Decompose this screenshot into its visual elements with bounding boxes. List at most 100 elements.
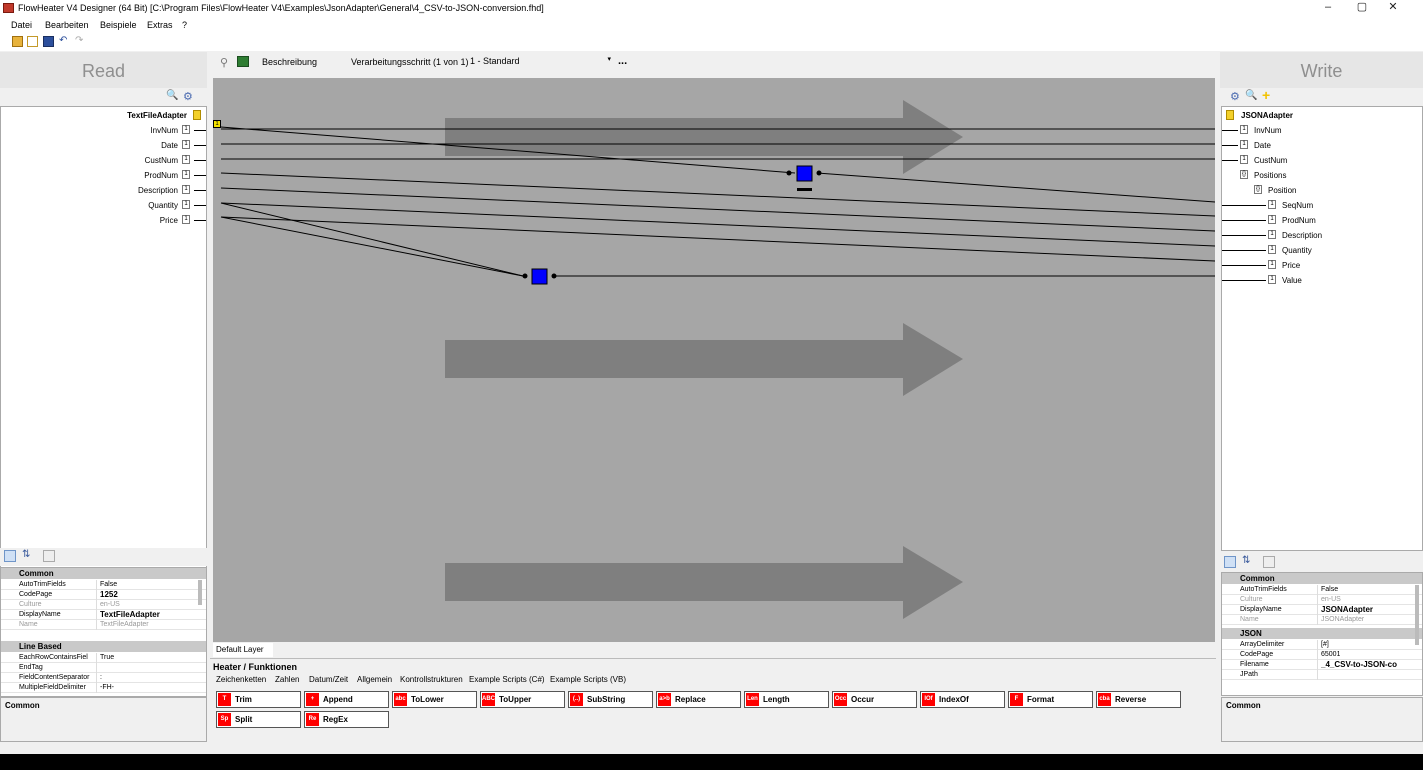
tab-datum-zeit[interactable]: Datum/Zeit bbox=[309, 675, 348, 684]
designer-canvas[interactable]: 1 bbox=[213, 78, 1215, 642]
close-button[interactable]: ✕ bbox=[1378, 0, 1408, 17]
property-value[interactable]: 1252 bbox=[100, 590, 118, 600]
write-field-seqnum[interactable]: SeqNum bbox=[1282, 201, 1313, 210]
new-file-icon[interactable] bbox=[27, 36, 38, 47]
read-adapter-name[interactable]: TextFileAdapter bbox=[127, 111, 187, 120]
tab-allgemein[interactable]: Allgemein bbox=[357, 675, 392, 684]
property-category-line-based[interactable]: Line Based bbox=[1, 641, 206, 652]
menu-help[interactable]: ? bbox=[182, 20, 187, 30]
read-field-prodnum[interactable]: ProdNum bbox=[144, 171, 178, 180]
property-scrollbar[interactable] bbox=[1415, 585, 1419, 645]
property-value[interactable]: [#] bbox=[1321, 640, 1329, 650]
function-trim-button[interactable]: T Trim bbox=[216, 691, 301, 708]
property-row[interactable]: Name TextFileAdapter bbox=[1, 620, 206, 630]
description-icon[interactable] bbox=[237, 56, 249, 67]
property-row[interactable]: ArrayDelimiter [#] bbox=[1222, 640, 1422, 650]
property-row[interactable]: EndTag bbox=[1, 663, 206, 673]
write-field-custnum[interactable]: CustNum bbox=[1254, 156, 1287, 165]
property-value[interactable]: en-US bbox=[1321, 595, 1341, 605]
tab-zahlen[interactable]: Zahlen bbox=[275, 675, 299, 684]
read-field-description[interactable]: Description bbox=[138, 186, 178, 195]
write-field-position[interactable]: Position bbox=[1268, 186, 1296, 195]
property-value[interactable]: TextFileAdapter bbox=[100, 620, 149, 630]
property-row[interactable]: Filename _4_CSV-to-JSON-co bbox=[1222, 660, 1422, 670]
write-field-positions[interactable]: Positions bbox=[1254, 171, 1286, 180]
more-button[interactable]: ... bbox=[618, 55, 627, 67]
save-icon[interactable] bbox=[43, 36, 54, 47]
property-row[interactable]: FieldContentSeparator: bbox=[1, 673, 206, 683]
function-regex-button[interactable]: Re RegEx bbox=[304, 711, 389, 728]
property-value[interactable]: : bbox=[100, 673, 102, 683]
property-row[interactable]: DisplayName JSONAdapter bbox=[1222, 605, 1422, 615]
step-pin-badge[interactable]: 1 bbox=[213, 120, 221, 128]
add-icon[interactable]: + bbox=[1262, 87, 1270, 103]
write-field-description[interactable]: Description bbox=[1282, 231, 1322, 240]
sort-alpha-icon[interactable]: ⇅ bbox=[1242, 555, 1250, 566]
maximize-button[interactable]: ▢ bbox=[1347, 0, 1377, 17]
property-row[interactable]: Culture en-US bbox=[1, 600, 206, 610]
write-field-prodnum[interactable]: ProdNum bbox=[1282, 216, 1316, 225]
property-value[interactable]: True bbox=[100, 653, 114, 663]
connect-icon[interactable]: ⚲ bbox=[220, 56, 228, 69]
function-replace-button[interactable]: a>b Replace bbox=[656, 691, 741, 708]
property-row[interactable]: AutoTrimFields False bbox=[1222, 585, 1422, 595]
read-field-price[interactable]: Price bbox=[160, 216, 178, 225]
property-row[interactable]: JPath bbox=[1222, 670, 1422, 680]
search-icon[interactable]: 🔍 bbox=[166, 90, 178, 101]
property-row[interactable]: CodePage 1252 bbox=[1, 590, 206, 600]
function-toupper-button[interactable]: ABC ToUpper bbox=[480, 691, 565, 708]
property-pages-icon[interactable] bbox=[43, 550, 55, 562]
write-field-quantity[interactable]: Quantity bbox=[1282, 246, 1312, 255]
property-category-common[interactable]: Common bbox=[1222, 573, 1422, 584]
property-row[interactable]: AutoTrimFields False bbox=[1, 580, 206, 590]
redo-icon[interactable]: ↷ bbox=[75, 36, 86, 47]
menu-extras[interactable]: Extras bbox=[147, 20, 173, 30]
menu-datei[interactable]: Datei bbox=[11, 20, 32, 30]
property-value[interactable]: JSONAdapter bbox=[1321, 605, 1373, 615]
property-value[interactable]: False bbox=[1321, 585, 1338, 595]
write-field-date[interactable]: Date bbox=[1254, 141, 1271, 150]
property-row[interactable]: DisplayName TextFileAdapter bbox=[1, 610, 206, 620]
tab-kontrollstrukturen[interactable]: Kontrollstrukturen bbox=[400, 675, 463, 684]
write-field-value[interactable]: Value bbox=[1282, 276, 1302, 285]
property-value[interactable]: 65001 bbox=[1321, 650, 1340, 660]
function-substring-button[interactable]: (..) SubString bbox=[568, 691, 653, 708]
property-row[interactable]: Culture en-US bbox=[1222, 595, 1422, 605]
function-occur-button[interactable]: Occ Occur bbox=[832, 691, 917, 708]
function-reverse-button[interactable]: cba Reverse bbox=[1096, 691, 1181, 708]
property-row[interactable]: EachRowContainsFiel True bbox=[1, 653, 206, 663]
write-field-invnum[interactable]: InvNum bbox=[1254, 126, 1282, 135]
property-value[interactable]: JSONAdapter bbox=[1321, 615, 1364, 625]
property-value[interactable]: -FH- bbox=[100, 683, 114, 693]
function-split-button[interactable]: Sp Split bbox=[216, 711, 301, 728]
property-row[interactable]: MultipleFieldDelimiter -FH- bbox=[1, 683, 206, 693]
tab-example-scripts-c-[interactable]: Example Scripts (C#) bbox=[469, 675, 545, 684]
open-folder-icon[interactable] bbox=[12, 36, 23, 47]
property-row[interactable]: Name JSONAdapter bbox=[1222, 615, 1422, 625]
layer-tab-default[interactable]: Default Layer bbox=[213, 643, 273, 657]
write-field-price[interactable]: Price bbox=[1282, 261, 1300, 270]
read-field-quantity[interactable]: Quantity bbox=[148, 201, 178, 210]
tab-example-scripts-vb-[interactable]: Example Scripts (VB) bbox=[550, 675, 626, 684]
settings-gear-icon[interactable]: ⚙ bbox=[1230, 90, 1240, 103]
categorized-icon[interactable] bbox=[1224, 556, 1236, 568]
property-scrollbar[interactable] bbox=[198, 580, 202, 605]
settings-gear-icon[interactable]: ⚙ bbox=[183, 90, 193, 103]
property-row[interactable]: CodePage 65001 bbox=[1222, 650, 1422, 660]
menu-bearbeiten[interactable]: Bearbeiten bbox=[45, 20, 89, 30]
property-category-json[interactable]: JSON bbox=[1222, 628, 1422, 639]
undo-icon[interactable]: ↶ bbox=[59, 36, 70, 47]
description-label[interactable]: Beschreibung bbox=[262, 57, 317, 67]
write-adapter-name[interactable]: JSONAdapter bbox=[1241, 111, 1293, 120]
read-field-invnum[interactable]: InvNum bbox=[150, 126, 178, 135]
function-indexof-button[interactable]: IOf IndexOf bbox=[920, 691, 1005, 708]
tab-zeichenketten[interactable]: Zeichenketten bbox=[216, 675, 266, 684]
minimize-button[interactable]: – bbox=[1313, 0, 1343, 17]
function-length-button[interactable]: Len Length bbox=[744, 691, 829, 708]
function-format-button[interactable]: F Format bbox=[1008, 691, 1093, 708]
property-category-common[interactable]: Common bbox=[1, 568, 206, 579]
function-tolower-button[interactable]: abc ToLower bbox=[392, 691, 477, 708]
function-append-button[interactable]: + Append bbox=[304, 691, 389, 708]
property-pages-icon[interactable] bbox=[1263, 556, 1275, 568]
sort-alpha-icon[interactable]: ⇅ bbox=[22, 549, 30, 560]
